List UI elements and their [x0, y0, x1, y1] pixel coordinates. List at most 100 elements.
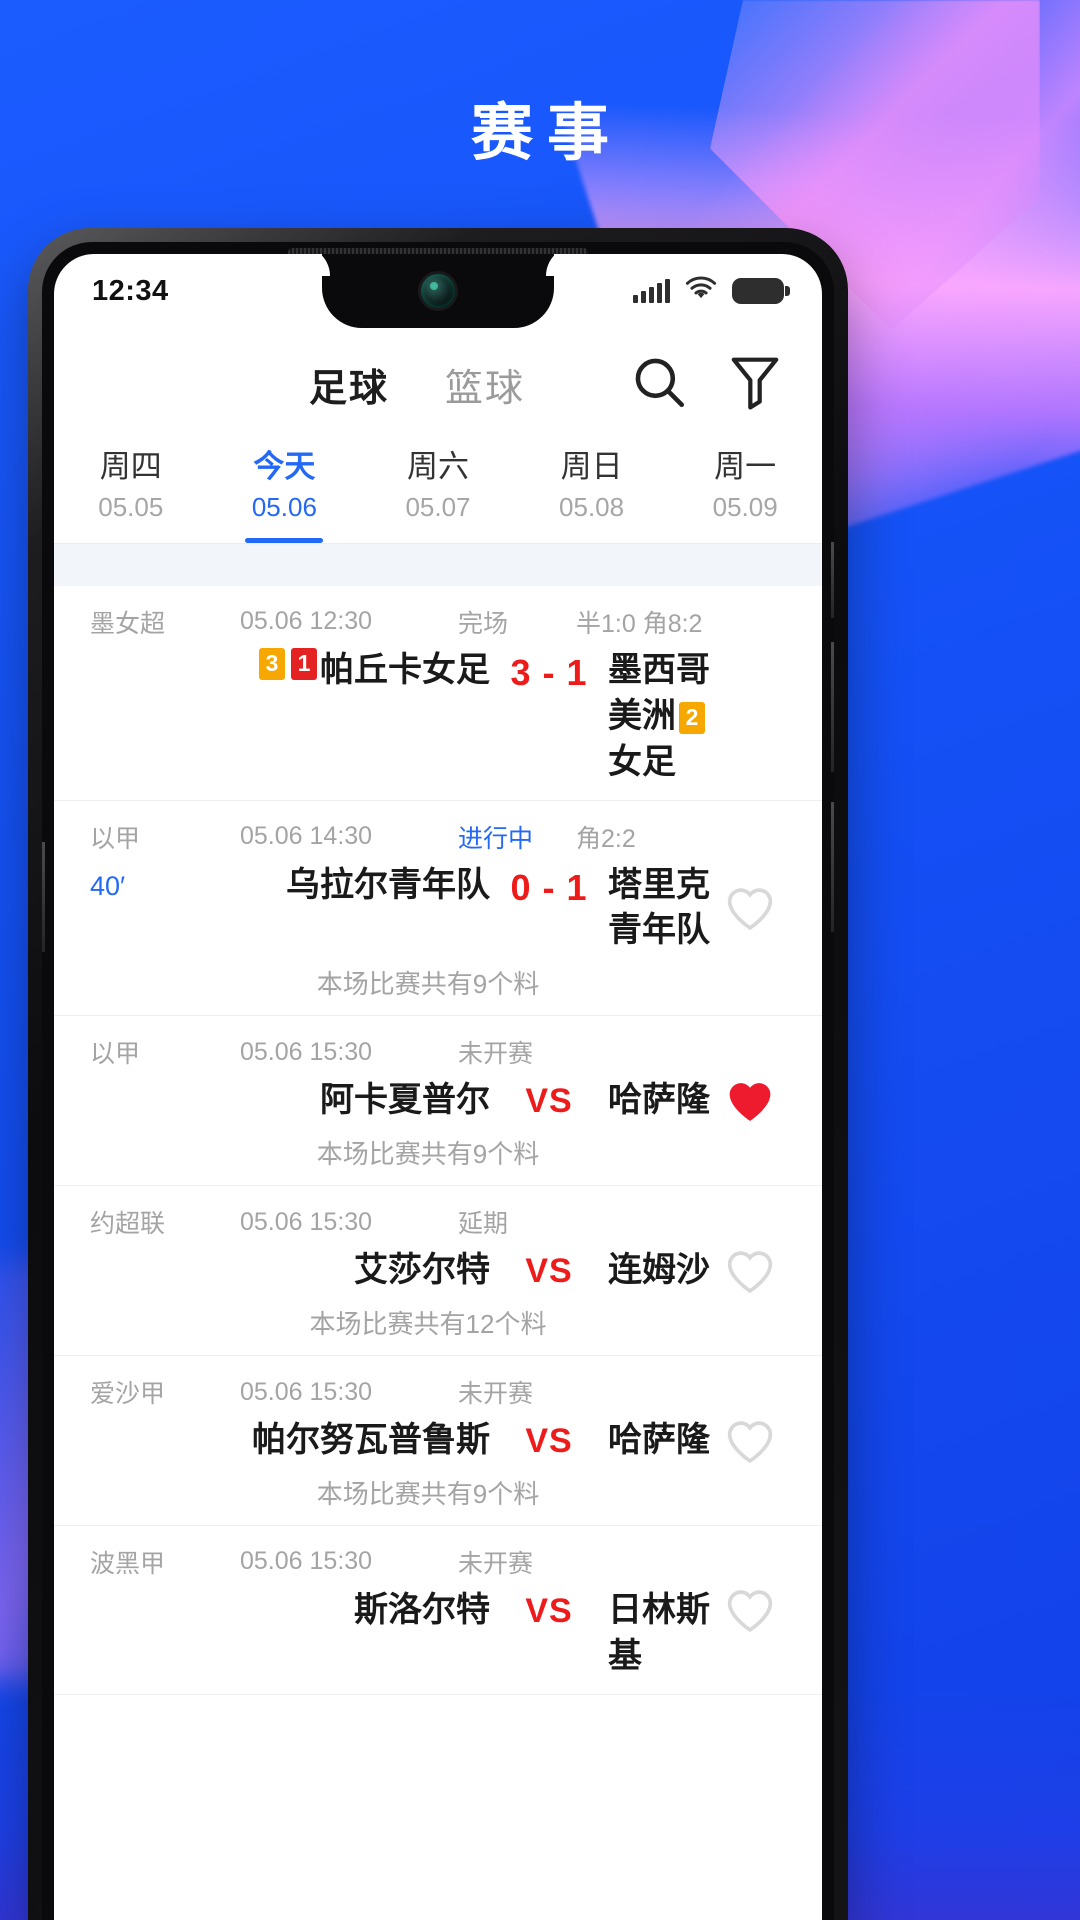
match-time: 05.06 15:30: [240, 1207, 373, 1236]
match-row[interactable]: 墨女超 05.06 12:30 完场 半1:0 角8:2 3 1 帕丘卡女足 3 -…: [54, 586, 822, 801]
phone-side-button-volume-up[interactable]: [831, 642, 834, 772]
match-row[interactable]: 以甲 05.06 15:30 未开赛 阿卡夏普尔 VS 哈萨隆 本场比赛共有9个…: [54, 1016, 822, 1187]
favorite-heart-icon[interactable]: [724, 882, 776, 934]
battery-icon: [732, 278, 790, 304]
date-tab-dow: 周一: [714, 449, 777, 484]
match-extra-stats: 角2:2: [576, 824, 636, 853]
match-league: 爱沙甲: [90, 1380, 166, 1409]
match-live-minute: 40′: [90, 870, 126, 901]
signal-bars-icon: [633, 279, 670, 303]
date-tab-date: 05.06: [251, 491, 317, 522]
match-meta: 以甲 05.06 15:30 未开赛: [54, 1034, 822, 1070]
away-team-name: 哈萨隆: [608, 1081, 710, 1120]
away-team-name: 日林斯基: [608, 1590, 710, 1675]
date-tab-dow: 周四: [99, 449, 162, 484]
match-extra-stats: 半1:0 角8:2: [576, 609, 703, 638]
date-tab-1[interactable]: 今天 05.06: [208, 446, 362, 543]
tab-basketball[interactable]: 篮球: [445, 357, 525, 412]
match-status: 延期: [458, 1210, 509, 1239]
sport-tab-group: 足球 篮球: [54, 357, 630, 412]
match-home-team: 艾莎尔特: [240, 1248, 490, 1294]
search-icon[interactable]: [630, 353, 688, 416]
home-team-name: 帕尔努瓦普鲁斯: [252, 1421, 490, 1460]
match-home-team: 阿卡夏普尔: [240, 1078, 490, 1124]
match-league: 墨女超: [90, 609, 166, 638]
card-badge-yellow: 2: [679, 701, 705, 734]
status-bar: 12:34: [54, 254, 822, 328]
match-body: 3 1 帕丘卡女足 3 - 1 墨西哥美洲 2 女足: [54, 647, 822, 786]
match-home-team: 斯洛尔特: [240, 1588, 490, 1634]
match-meta: 以甲 05.06 14:30 进行中 角2:2: [54, 819, 822, 855]
match-list: 墨女超 05.06 12:30 完场 半1:0 角8:2 3 1 帕丘卡女足 3 -…: [54, 585, 822, 1695]
match-tips-note: 本场比赛共有12个料: [309, 1309, 547, 1340]
match-live-minute: [90, 1078, 240, 1086]
date-tab-date: 05.05: [98, 491, 164, 522]
date-tab-active-indicator: [245, 537, 324, 543]
match-status: 未开赛: [458, 1549, 534, 1578]
favorite-heart-icon[interactable]: [724, 1245, 776, 1297]
date-tab-4[interactable]: 周一 05.09: [668, 446, 822, 543]
date-tab-bar: 周四 05.05 今天 05.06 周六 05.07 周日 05.08 周一 0…: [54, 440, 822, 544]
match-away-team: 哈萨隆: [608, 1418, 822, 1464]
date-tab-0[interactable]: 周四 05.05: [54, 446, 208, 543]
nav-action-group: [630, 353, 782, 416]
favorite-heart-icon[interactable]: [724, 1584, 776, 1636]
match-body: 40′ 乌拉尔青年队 0 - 1 塔里克青年队: [54, 863, 822, 955]
date-tab-dow: 周六: [406, 449, 469, 484]
phone-side-button-power[interactable]: [831, 542, 834, 618]
wifi-icon: [684, 276, 718, 307]
favorite-heart-icon[interactable]: [724, 1415, 776, 1467]
match-score: VS: [525, 1591, 573, 1630]
match-league: 波黑甲: [90, 1549, 166, 1578]
favorite-heart-icon[interactable]: [724, 1075, 776, 1127]
match-row[interactable]: 以甲 05.06 14:30 进行中 角2:2 40′ 乌拉尔青年队 0 - 1…: [54, 801, 822, 1017]
app-top-nav: 足球 篮球: [54, 328, 822, 440]
home-team-name: 斯洛尔特: [354, 1590, 490, 1629]
match-live-minute: [90, 1418, 240, 1426]
away-team-name: 塔里克青年队: [608, 865, 710, 950]
date-tab-3[interactable]: 周日 05.08: [515, 446, 669, 543]
match-league: 以甲: [90, 1040, 141, 1069]
date-tab-2[interactable]: 周六 05.07: [361, 446, 515, 543]
card-badge-red: 1: [291, 647, 317, 680]
match-score: VS: [525, 1082, 573, 1121]
match-score: VS: [525, 1252, 573, 1291]
phone-side-button-volume-down[interactable]: [831, 802, 834, 932]
match-home-team: 帕尔努瓦普鲁斯: [240, 1418, 490, 1464]
match-meta: 波黑甲 05.06 15:30 未开赛: [54, 1544, 822, 1580]
match-status: 未开赛: [458, 1380, 534, 1409]
match-body: 斯洛尔特 VS 日林斯基: [54, 1588, 822, 1680]
match-live-minute: [90, 1588, 240, 1596]
tab-football[interactable]: 足球: [309, 357, 389, 412]
home-team-name: 帕丘卡女足: [320, 650, 490, 689]
home-team-name: 艾莎尔特: [354, 1251, 490, 1290]
date-tab-dow: 今天: [253, 449, 316, 484]
match-time: 05.06 15:30: [240, 1547, 373, 1576]
match-meta: 墨女超 05.06 12:30 完场 半1:0 角8:2: [54, 604, 822, 640]
match-row[interactable]: 约超联 05.06 15:30 延期 艾莎尔特 VS 连姆沙 本场比赛共有12个…: [54, 1186, 822, 1357]
away-team-name: 连姆沙: [608, 1251, 710, 1290]
match-row[interactable]: 波黑甲 05.06 15:30 未开赛 斯洛尔特 VS 日林斯基: [54, 1526, 822, 1695]
section-separator: [54, 543, 822, 586]
home-team-name: 乌拉尔青年队: [286, 865, 490, 904]
phone-side-button-left[interactable]: [42, 842, 45, 952]
match-score: 3 - 1: [510, 651, 588, 693]
match-tips-note: 本场比赛共有9个料: [316, 1139, 540, 1170]
date-tab-date: 05.09: [712, 491, 778, 522]
match-league: 约超联: [90, 1210, 166, 1239]
match-score: VS: [525, 1422, 573, 1461]
match-row[interactable]: 爱沙甲 05.06 15:30 未开赛 帕尔努瓦普鲁斯 VS 哈萨隆 本场比赛共…: [54, 1356, 822, 1526]
match-away-team: 日林斯基: [608, 1588, 822, 1680]
card-badge-yellow: 3: [259, 647, 285, 680]
page-title: 赛事: [470, 99, 623, 168]
match-away-team: 墨西哥美洲 2 女足: [608, 648, 822, 786]
date-tab-date: 05.08: [559, 491, 625, 522]
match-home-team: 乌拉尔青年队: [240, 863, 490, 909]
match-league: 以甲: [90, 824, 141, 853]
match-meta: 爱沙甲 05.06 15:30 未开赛: [54, 1374, 822, 1410]
match-body: 帕尔努瓦普鲁斯 VS 哈萨隆: [54, 1418, 822, 1464]
filter-funnel-icon[interactable]: [728, 353, 782, 416]
phone-bezel: 12:34 足球 篮球 周四 05.05 今天 05.06 周六 05.07 周…: [42, 242, 834, 1920]
match-tips-note: 本场比赛共有9个料: [316, 969, 540, 1000]
phone-screen: 12:34 足球 篮球 周四 05.05 今天 05.06 周六 05.07 周…: [54, 254, 822, 1920]
